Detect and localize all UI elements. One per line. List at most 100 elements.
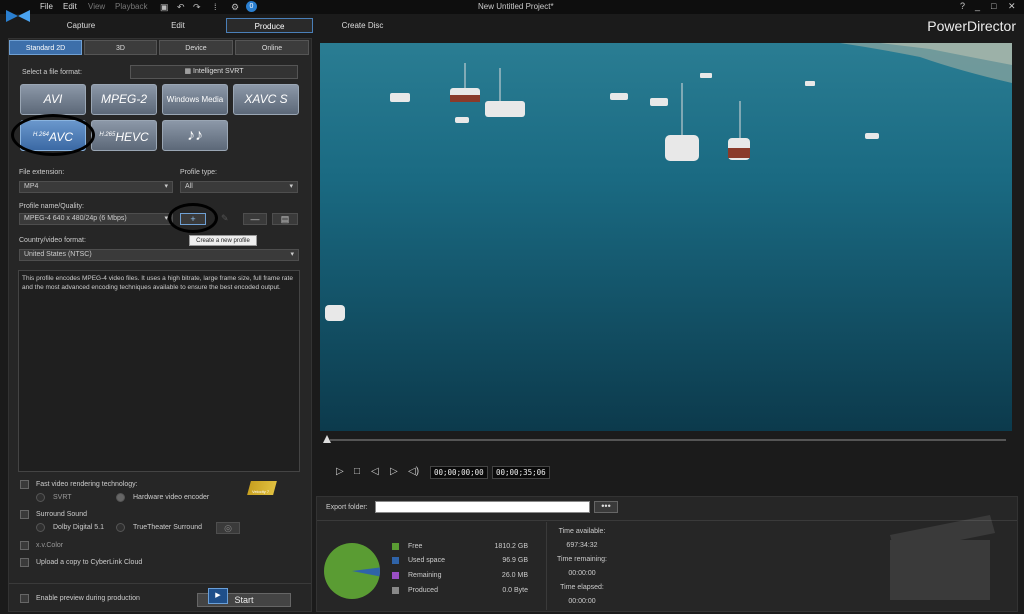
fast-render-checkbox[interactable]: [20, 480, 29, 489]
previous-frame-icon[interactable]: ◁: [371, 466, 379, 477]
menu-edit[interactable]: Edit: [63, 2, 77, 11]
svrt-radio[interactable]: [36, 493, 45, 502]
dolby-label: Dolby Digital 5.1: [53, 524, 104, 531]
tab-create-disc[interactable]: Create Disc: [320, 18, 405, 33]
country-format-label: Country/video format:: [19, 237, 86, 244]
file-extension-select[interactable]: MP4: [19, 181, 173, 193]
video-preview[interactable]: [320, 43, 1012, 431]
profile-type-label: Profile type:: [180, 169, 217, 176]
scrubber-track[interactable]: [330, 439, 1006, 441]
cyberlink-logo: [6, 10, 30, 22]
truetheater-radio[interactable]: [116, 523, 125, 532]
separator-icon: ⁞: [214, 2, 217, 12]
tab-capture[interactable]: Capture: [36, 18, 126, 33]
legend-remaining-swatch: [392, 572, 399, 579]
remove-profile-button[interactable]: —: [243, 213, 267, 225]
legend-remaining-label: Remaining: [408, 572, 442, 579]
profile-details-button[interactable]: ▤: [272, 213, 298, 225]
playback-controls: [320, 458, 1012, 486]
highlight-ring-add: [168, 203, 218, 233]
time-available-label: Time available:: [558, 528, 606, 535]
hw-encoder-label: Hardware video encoder: [133, 494, 210, 501]
close-button[interactable]: ✕: [1008, 1, 1016, 12]
restore-button[interactable]: □: [991, 1, 996, 11]
legend-free-swatch: [392, 543, 399, 550]
brand-name: PowerDirector: [927, 18, 1016, 34]
help-button[interactable]: ?: [960, 1, 965, 11]
menu-view[interactable]: View: [88, 2, 105, 11]
tab-online[interactable]: Online: [235, 40, 309, 55]
hevc-label: HEVC: [115, 130, 149, 144]
time-available-value: 697:34:32: [566, 542, 598, 549]
disk-usage-pie-chart: [324, 543, 380, 599]
format-windows-media-button[interactable]: Windows Media: [162, 84, 228, 115]
details-icon: ▤: [280, 214, 290, 224]
highlight-ring-avc: [11, 114, 95, 156]
stop-icon[interactable]: □: [354, 466, 360, 477]
time-elapsed-label: Time elapsed:: [560, 584, 604, 591]
legend-used-label: Used space: [408, 557, 445, 564]
tab-3d[interactable]: 3D: [84, 40, 157, 55]
redo-icon[interactable]: ↷: [193, 2, 201, 13]
truetheater-label: TrueTheater Surround: [133, 524, 202, 531]
legend-used-swatch: [392, 557, 399, 564]
format-avi-button[interactable]: AVI: [20, 84, 86, 115]
profile-description: This profile encodes MPEG-4 video files.…: [18, 270, 300, 472]
profile-name-label: Profile name/Quality:: [19, 203, 84, 210]
tab-device[interactable]: Device: [159, 40, 233, 55]
format-hevc-button[interactable]: H.265HEVC: [91, 120, 157, 151]
total-timecode: 00;00;35;06: [492, 466, 550, 479]
next-frame-icon[interactable]: ▷: [390, 466, 398, 477]
format-xavc-s-button[interactable]: XAVC S: [233, 84, 299, 115]
timeline-scrubber[interactable]: [320, 432, 1012, 450]
truetheater-settings-button[interactable]: ◎: [216, 522, 240, 534]
legend-free-label: Free: [408, 543, 423, 550]
svrt-radio-label: SVRT: [53, 494, 72, 501]
format-audio-button[interactable]: ♪♪: [162, 120, 228, 151]
profile-name-select[interactable]: MPEG-4 640 x 480/24p (6 Mbps): [19, 213, 173, 225]
minimize-button[interactable]: _: [975, 1, 980, 11]
settings-dial-icon: ◎: [224, 523, 232, 533]
scrubber-handle[interactable]: [323, 435, 331, 443]
tab-standard-2d[interactable]: Standard 2D: [9, 40, 82, 55]
legend-produced-value: 0.0 Byte: [502, 587, 528, 594]
svrt-icon: ▦: [184, 68, 194, 75]
time-remaining-value: 00:00:00: [568, 570, 596, 577]
intelligent-svrt-button[interactable]: ▦ Intelligent SVRT: [130, 65, 298, 79]
xvcolor-checkbox[interactable]: [20, 541, 29, 550]
dolby-radio[interactable]: [36, 523, 45, 532]
upload-cloud-checkbox[interactable]: [20, 558, 29, 567]
tooltip: Create a new profile: [189, 235, 257, 246]
time-remaining-label: Time remaining:: [557, 556, 607, 563]
project-title: New Untitled Project*: [478, 2, 554, 11]
profile-type-select[interactable]: All: [180, 181, 298, 193]
country-format-select[interactable]: United States (NTSC): [19, 249, 299, 261]
tab-produce[interactable]: Produce: [226, 18, 313, 33]
notification-badge-icon[interactable]: 0: [246, 1, 257, 12]
tab-edit[interactable]: Edit: [133, 18, 223, 33]
format-mpeg2-button[interactable]: MPEG-2: [91, 84, 157, 115]
play-icon[interactable]: ▷: [336, 466, 344, 477]
hw-encoder-radio[interactable]: [116, 493, 125, 502]
clapperboard-watermark-icon: [890, 515, 995, 600]
time-elapsed-value: 00:00:00: [568, 598, 596, 605]
menu-file[interactable]: File: [40, 2, 53, 11]
surround-checkbox[interactable]: [20, 510, 29, 519]
select-format-label: Select a file format:: [22, 69, 82, 76]
settings-icon[interactable]: ⚙: [231, 2, 239, 13]
save-icon[interactable]: ▣: [160, 2, 169, 13]
enable-preview-checkbox[interactable]: [20, 594, 29, 603]
menu-playback[interactable]: Playback: [115, 2, 147, 11]
legend-produced-swatch: [392, 587, 399, 594]
xvcolor-label: x.v.Color: [36, 542, 64, 549]
enable-preview-label: Enable preview during production: [36, 595, 140, 602]
volume-icon[interactable]: ◁): [408, 466, 419, 477]
export-folder-input[interactable]: [375, 501, 590, 513]
browse-button[interactable]: •••: [594, 501, 618, 513]
legend-free-value: 1810.2 GB: [494, 543, 528, 550]
file-extension-label: File extension:: [19, 169, 65, 176]
surround-label: Surround Sound: [36, 511, 87, 518]
undo-icon[interactable]: ↶: [177, 2, 185, 13]
edit-profile-icon[interactable]: ✎: [221, 213, 229, 224]
legend-used-value: 96.9 GB: [502, 557, 528, 564]
